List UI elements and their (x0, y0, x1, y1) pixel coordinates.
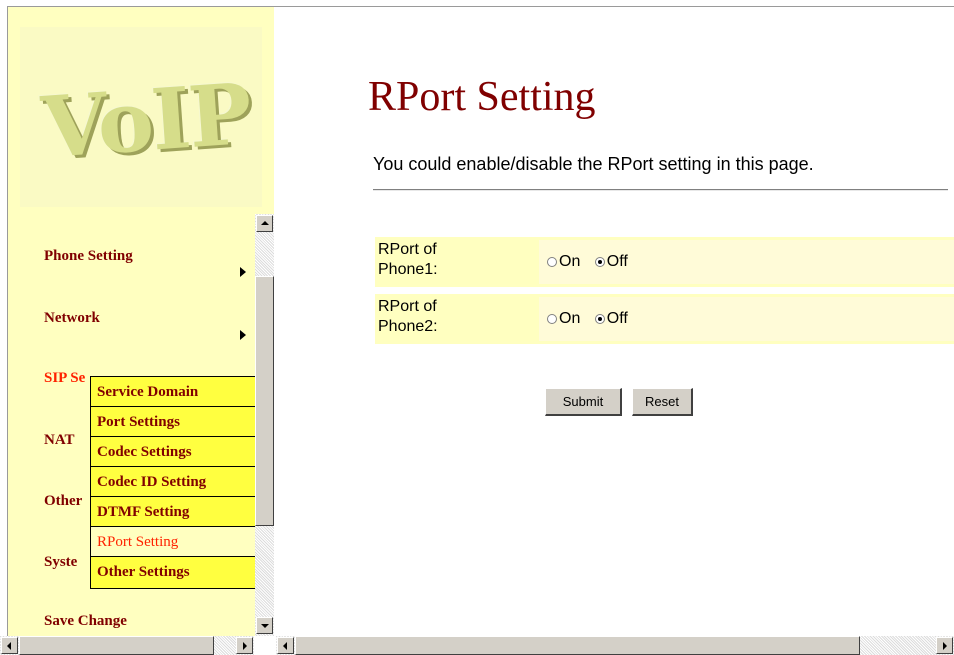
radio-label-on: On (559, 253, 581, 270)
submenu-item-dtmf-setting[interactable]: DTMF Setting (91, 497, 259, 527)
voip-logo: VoIP (38, 63, 254, 178)
page-title: RPort Setting (368, 74, 596, 120)
window-frame-left (0, 6, 8, 636)
nav-item-network[interactable]: Network (44, 310, 100, 327)
label-line: RPort of (378, 298, 437, 315)
arrow-left-icon (7, 642, 11, 650)
rport-phone2-label: RPort of Phone2: (378, 297, 534, 341)
arrow-down-icon (261, 624, 269, 628)
radio-label-on: On (559, 310, 581, 327)
window-frame-top (0, 0, 954, 7)
nav-item-save-change[interactable]: Save Change (44, 613, 127, 630)
radio-label-off: Off (606, 253, 628, 270)
label-line: RPort of (378, 241, 437, 258)
rport-phone2-off-radio[interactable] (594, 313, 605, 324)
submenu-arrow-icon (240, 330, 246, 340)
navigation-frame: VoIP Phone Setting Network SIP Se NAT Ot… (8, 7, 274, 636)
submenu-arrow-icon (240, 267, 246, 277)
nav-item-phone-setting[interactable]: Phone Setting (44, 248, 133, 265)
nav-item-sip-setting[interactable]: SIP Se (44, 370, 85, 387)
submenu-item-codec-settings[interactable]: Codec Settings (91, 437, 259, 467)
page-description: You could enable/disable the RPort setti… (373, 154, 814, 174)
submenu-item-codec-id-setting[interactable]: Codec ID Setting (91, 467, 259, 497)
submenu-item-service-domain[interactable]: Service Domain (91, 377, 259, 407)
radio-label-off: Off (606, 310, 628, 327)
rport-phone2-on-radio[interactable] (547, 313, 557, 324)
rport-phone1-off-radio[interactable] (594, 256, 605, 267)
arrow-right-icon (943, 642, 947, 650)
scroll-left-button[interactable] (277, 637, 294, 654)
submenu-item-rport-setting[interactable]: RPort Setting (91, 527, 259, 557)
nav-item-nat[interactable]: NAT (44, 432, 75, 449)
submenu-item-other-settings[interactable]: Other Settings (91, 557, 259, 588)
rport-phone1-label: RPort of Phone1: (378, 240, 534, 284)
rport-phone2-row: RPort of Phone2: On Off (375, 294, 954, 344)
nav-horizontal-scrollbar[interactable] (0, 636, 254, 655)
scroll-thumb[interactable] (295, 636, 860, 655)
label-line: Phone2: (378, 318, 438, 335)
logo-panel: VoIP (20, 27, 262, 207)
scroll-down-button[interactable] (256, 617, 273, 634)
scroll-thumb[interactable] (19, 636, 214, 655)
scroll-right-button[interactable] (936, 637, 953, 654)
nav-item-other[interactable]: Other (44, 493, 82, 510)
scroll-up-button[interactable] (256, 215, 273, 232)
sip-submenu: Service Domain Port Settings Codec Setti… (90, 376, 260, 589)
reset-button[interactable]: Reset (632, 388, 693, 416)
label-line: Phone1: (378, 261, 438, 278)
scroll-thumb[interactable] (255, 276, 274, 526)
scroll-right-button[interactable] (236, 637, 253, 654)
rport-phone1-on-radio[interactable] (547, 256, 557, 267)
arrow-right-icon (243, 642, 247, 650)
nav-vertical-scrollbar[interactable] (255, 214, 274, 636)
content-frame: RPort Setting You could enable/disable t… (276, 7, 954, 636)
divider (373, 189, 948, 191)
nav-item-system[interactable]: Syste (44, 554, 77, 571)
arrow-up-icon (261, 221, 269, 225)
rport-phone1-options: On Off (539, 240, 954, 284)
rport-phone2-options: On Off (539, 297, 954, 341)
submenu-item-port-settings[interactable]: Port Settings (91, 407, 259, 437)
submit-button[interactable]: Submit (545, 388, 622, 416)
rport-phone1-row: RPort of Phone1: On Off (375, 237, 954, 287)
main-horizontal-scrollbar[interactable] (276, 636, 954, 655)
scroll-left-button[interactable] (1, 637, 18, 654)
arrow-left-icon (283, 642, 287, 650)
